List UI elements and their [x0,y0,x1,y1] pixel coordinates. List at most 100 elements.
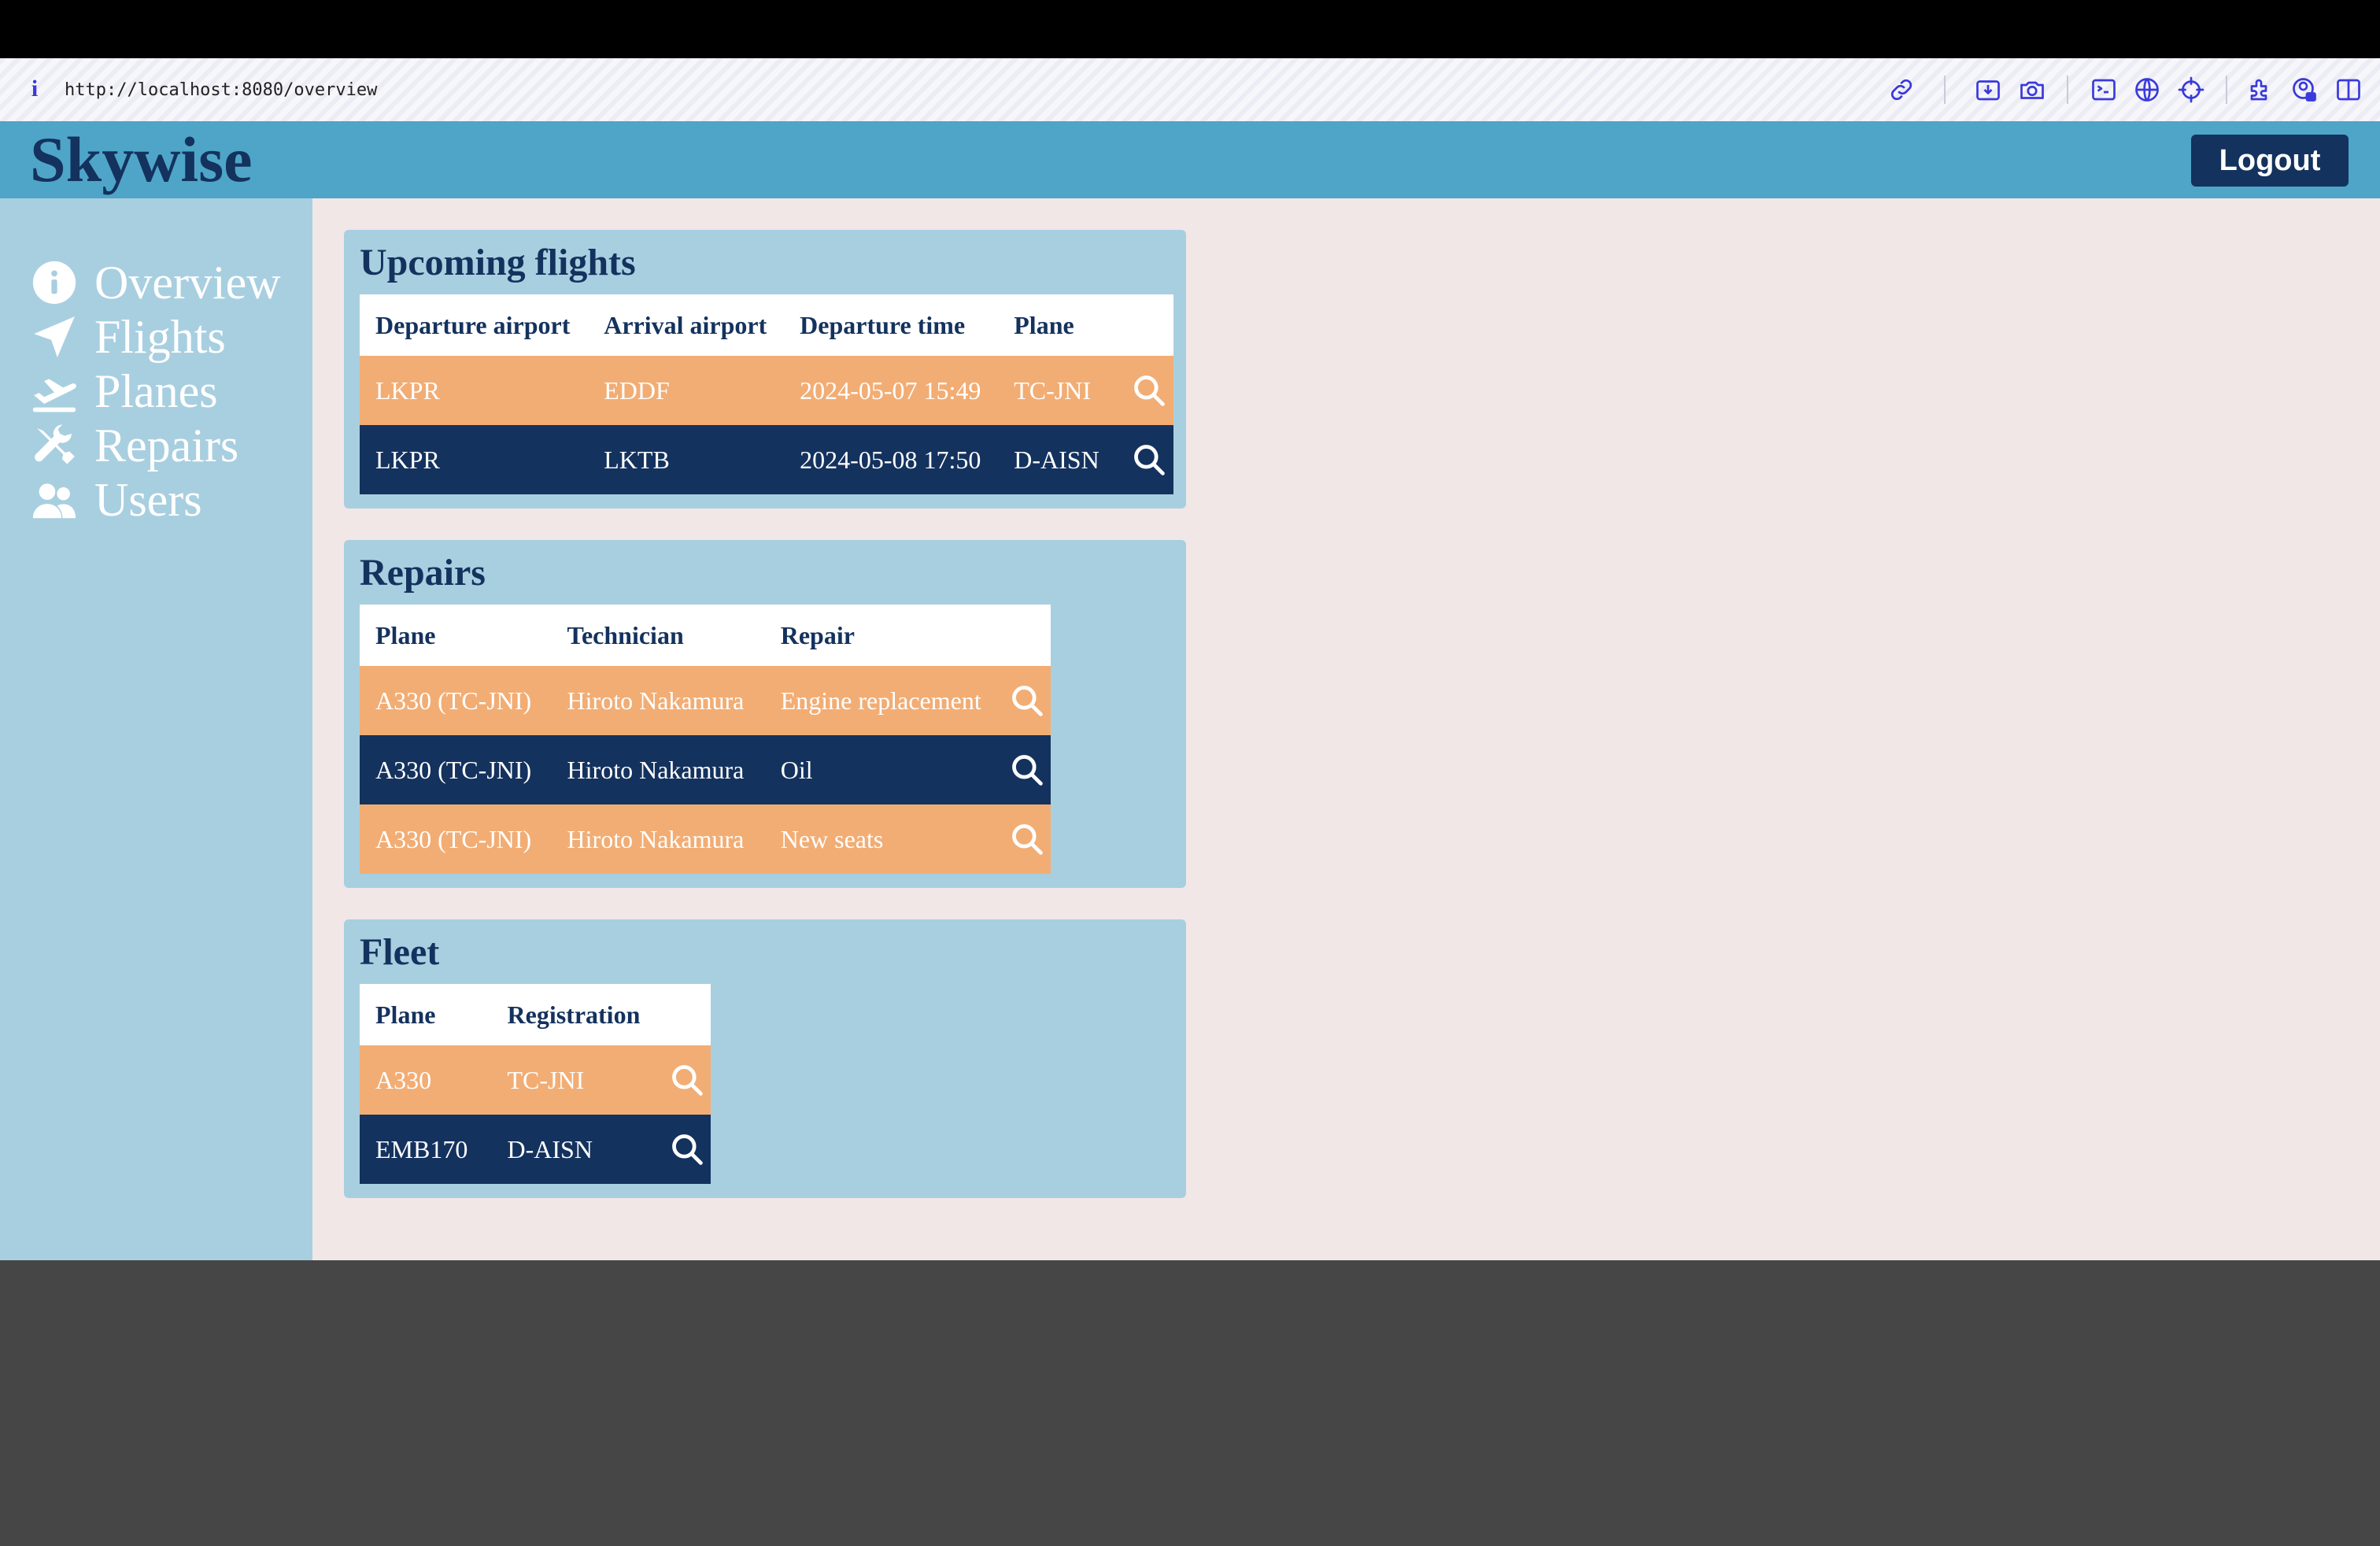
upcoming-flights-card: Upcoming flights Departure airport Arriv… [344,230,1186,509]
url-text[interactable]: http://localhost:8080/overview [65,79,377,102]
table-header-row: Departure airport Arrival airport Depart… [360,294,1173,356]
column-header: Departure airport [360,294,589,356]
link-icon[interactable] [1887,76,1916,104]
search-icon[interactable] [670,1063,704,1097]
cell-plane: A330 (TC-JNI) [360,666,552,735]
cell-arrival: LKTB [588,425,785,494]
extensions-icon[interactable] [2247,76,2275,104]
app-title: Skywise [30,124,253,195]
cell-time: 2024-05-08 17:50 [784,425,999,494]
view-plane-button[interactable] [663,1115,711,1184]
sidebar-item-label: Flights [94,311,226,363]
cell-plane: D-AISN [998,425,1125,494]
repairs-card: Repairs Plane Technician Repair A330 (TC… [344,540,1186,888]
cell-repair: New seats [764,804,1003,874]
search-icon[interactable] [1132,442,1166,477]
column-header: Repair [764,605,1003,666]
column-header-actions [1124,294,1173,356]
card-title: Fleet [360,931,440,973]
tools-icon [30,420,82,472]
toolbar-divider [1944,76,1946,104]
location-arrow-icon [30,311,82,363]
table-header-row: Plane Technician Repair [360,605,1051,666]
table-row: LKPR LKTB 2024-05-08 17:50 D-AISN [360,425,1173,494]
view-plane-button[interactable] [663,1045,711,1115]
cell-arrival: EDDF [588,356,785,425]
column-header: Plane [360,605,552,666]
sidebar-nav: Overview Flights Planes Repairs Users [0,198,312,1260]
view-repair-button[interactable] [1003,735,1051,804]
browser-address-bar: i http://localhost:8080/overview [0,58,2380,121]
search-icon[interactable] [1132,373,1166,408]
sidebar-item-planes[interactable]: Planes [30,365,218,417]
cell-technician: Hiroto Nakamura [551,666,765,735]
table-header-row: Plane Registration [360,984,711,1045]
column-header: Departure time [784,294,999,356]
column-header: Plane [360,984,492,1045]
globe-icon[interactable] [2133,76,2161,104]
column-header: Registration [491,984,663,1045]
table-row: A330 (TC-JNI) Hiroto Nakamura New seats [360,804,1051,874]
cell-plane: A330 (TC-JNI) [360,804,552,874]
cell-plane: A330 [360,1045,492,1115]
sidebar-item-label: Repairs [94,420,239,472]
table-row: LKPR EDDF 2024-05-07 15:49 TC-JNI [360,356,1173,425]
table-row: A330 (TC-JNI) Hiroto Nakamura Oil [360,735,1051,804]
column-header: Technician [551,605,765,666]
search-icon[interactable] [1010,822,1044,856]
toolbar-divider [2226,76,2227,104]
cell-registration: D-AISN [491,1115,663,1184]
sidebar-item-overview[interactable]: Overview [30,257,281,309]
view-flight-button[interactable] [1124,356,1173,425]
cell-plane: A330 (TC-JNI) [360,735,552,804]
site-info-icon[interactable]: i [27,77,42,101]
column-header-actions [663,984,711,1045]
main-content: Upcoming flights Departure airport Arriv… [312,198,2380,1260]
sidebar-item-repairs[interactable]: Repairs [30,420,238,472]
sidebar-item-flights[interactable]: Flights [30,311,226,363]
cell-technician: Hiroto Nakamura [551,804,765,874]
plane-departure-icon [30,365,82,417]
sidebar-item-label: Planes [94,365,218,417]
view-repair-button[interactable] [1003,666,1051,735]
crosshair-icon[interactable] [2177,76,2205,104]
column-header: Plane [998,294,1125,356]
cell-plane: TC-JNI [998,356,1125,425]
fleet-table: Plane Registration A330 TC-JNI EMB170 D-… [360,984,711,1184]
info-circle-icon [30,257,82,309]
download-icon[interactable] [1974,76,2002,104]
card-title: Upcoming flights [360,242,636,283]
sidebar-icon[interactable] [2334,76,2363,104]
cell-registration: TC-JNI [491,1045,663,1115]
table-row: A330 (TC-JNI) Hiroto Nakamura Engine rep… [360,666,1051,735]
users-icon [30,474,82,526]
camera-icon[interactable] [2018,76,2046,104]
view-repair-button[interactable] [1003,804,1051,874]
fleet-card: Fleet Plane Registration A330 TC-JNI EMB… [344,919,1186,1198]
table-row: EMB170 D-AISN [360,1115,711,1184]
column-header-actions [1003,605,1051,666]
repairs-table: Plane Technician Repair A330 (TC-JNI) Hi… [360,605,1051,874]
cell-repair: Engine replacement [764,666,1003,735]
cell-technician: Hiroto Nakamura [551,735,765,804]
window-top-bar [0,0,2380,58]
account-lock-icon[interactable] [2290,76,2319,104]
logout-button[interactable]: Logout [2191,135,2349,187]
table-row: A330 TC-JNI [360,1045,711,1115]
search-icon[interactable] [1010,753,1044,787]
sidebar-item-users[interactable]: Users [30,474,202,526]
terminal-icon[interactable] [2090,76,2118,104]
toolbar-divider [2067,76,2068,104]
search-icon[interactable] [670,1132,704,1167]
upcoming-flights-table: Departure airport Arrival airport Depart… [360,294,1173,494]
cell-time: 2024-05-07 15:49 [784,356,999,425]
sidebar-item-label: Users [94,474,202,526]
column-header: Arrival airport [588,294,785,356]
cell-repair: Oil [764,735,1003,804]
card-title: Repairs [360,552,486,594]
cell-plane: EMB170 [360,1115,492,1184]
search-icon[interactable] [1010,683,1044,718]
app-header: Skywise Logout [0,121,2380,198]
view-flight-button[interactable] [1124,425,1173,494]
cell-departure: LKPR [360,356,589,425]
